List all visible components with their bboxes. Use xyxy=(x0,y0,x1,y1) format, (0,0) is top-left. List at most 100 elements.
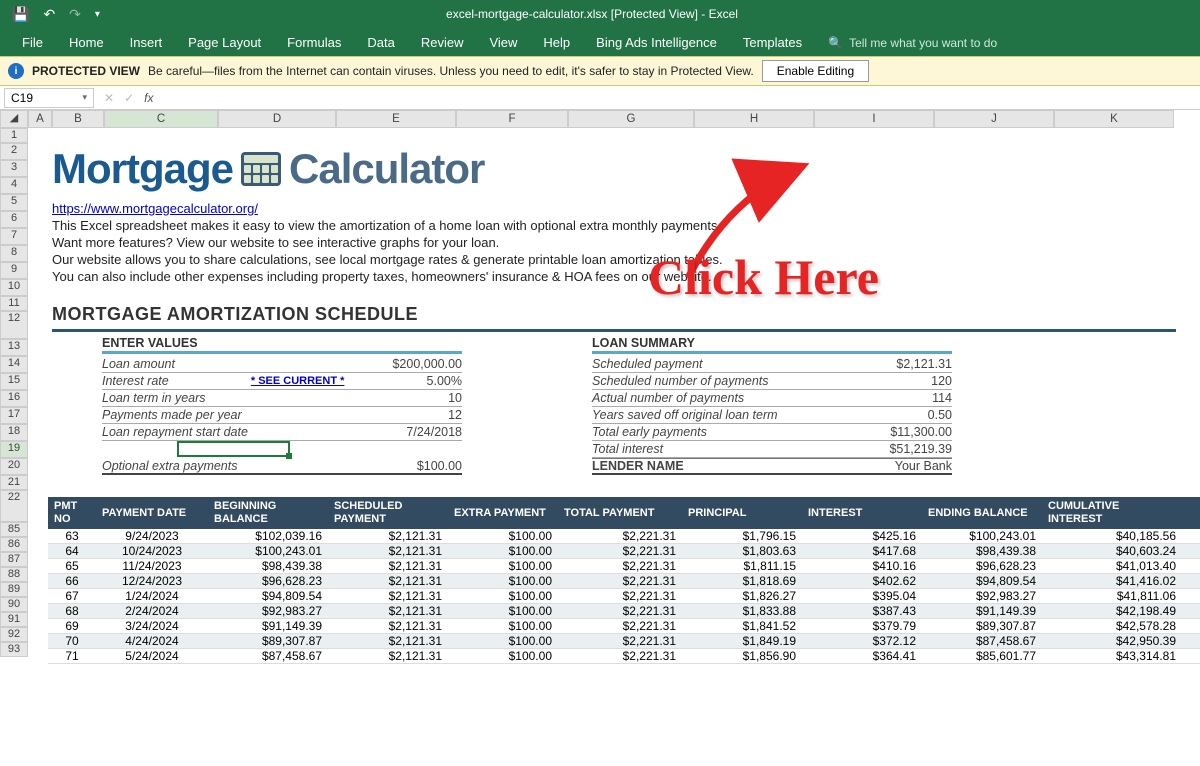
amort-cell[interactable]: 1/24/2024 xyxy=(96,589,208,603)
amort-cell[interactable]: 69 xyxy=(48,619,96,633)
amort-row[interactable]: 6612/24/2023$96,628.23$2,121.31$100.00$2… xyxy=(48,574,1200,589)
amort-cell[interactable]: $395.04 xyxy=(802,589,922,603)
row-header-85[interactable]: 85 xyxy=(0,522,28,537)
select-all-cell[interactable]: ◢ xyxy=(0,110,28,128)
active-cell[interactable] xyxy=(177,441,290,457)
col-header-D[interactable]: D xyxy=(218,110,336,128)
amort-cell[interactable]: $100.00 xyxy=(448,529,558,543)
ribbon-tab-insert[interactable]: Insert xyxy=(118,29,175,56)
row-header-20[interactable]: 20 xyxy=(0,458,28,475)
save-icon[interactable]: 💾 xyxy=(8,4,33,25)
amort-cell[interactable]: $98,439.38 xyxy=(208,559,328,573)
row-header-4[interactable]: 4 xyxy=(0,177,28,194)
amort-cell[interactable]: $91,149.39 xyxy=(922,604,1042,618)
amort-cell[interactable]: $1,796.15 xyxy=(682,529,802,543)
amort-cell[interactable]: $1,803.63 xyxy=(682,544,802,558)
amort-cell[interactable]: $1,856.90 xyxy=(682,649,802,663)
amort-cell[interactable]: $387.43 xyxy=(802,604,922,618)
amort-cell[interactable]: $100.00 xyxy=(448,634,558,648)
amort-cell[interactable]: $1,849.19 xyxy=(682,634,802,648)
amort-cell[interactable]: $91,149.39 xyxy=(208,619,328,633)
row-header-92[interactable]: 92 xyxy=(0,627,28,642)
amort-cell[interactable]: $100,243.01 xyxy=(922,529,1042,543)
ribbon-tab-templates[interactable]: Templates xyxy=(731,29,814,56)
col-header-F[interactable]: F xyxy=(456,110,568,128)
amort-cell[interactable]: $2,221.31 xyxy=(558,574,682,588)
amort-cell[interactable]: $2,121.31 xyxy=(328,649,448,663)
amort-cell[interactable]: $2,221.31 xyxy=(558,649,682,663)
amort-cell[interactable]: 71 xyxy=(48,649,96,663)
row-header-11[interactable]: 11 xyxy=(0,296,28,311)
amort-cell[interactable]: 70 xyxy=(48,634,96,648)
row-header-87[interactable]: 87 xyxy=(0,552,28,567)
ribbon-tab-formulas[interactable]: Formulas xyxy=(275,29,353,56)
amort-cell[interactable]: $2,121.31 xyxy=(328,559,448,573)
worksheet-area[interactable]: Mortgage Calculator https://www.mortgage… xyxy=(28,128,1200,664)
col-header-E[interactable]: E xyxy=(336,110,456,128)
amort-cell[interactable]: $2,221.31 xyxy=(558,529,682,543)
amort-cell[interactable]: $425.16 xyxy=(802,529,922,543)
ribbon-tab-view[interactable]: View xyxy=(477,29,529,56)
row-header-19[interactable]: 19 xyxy=(0,441,28,458)
row-header-18[interactable]: 18 xyxy=(0,424,28,441)
row-header-14[interactable]: 14 xyxy=(0,356,28,373)
amort-cell[interactable]: $41,416.02 xyxy=(1042,574,1182,588)
amort-cell[interactable]: $96,628.23 xyxy=(922,559,1042,573)
amort-cell[interactable]: 2/24/2024 xyxy=(96,604,208,618)
amort-row[interactable]: 682/24/2024$92,983.27$2,121.31$100.00$2,… xyxy=(48,604,1200,619)
amort-cell[interactable]: 5/24/2024 xyxy=(96,649,208,663)
ribbon-tab-help[interactable]: Help xyxy=(531,29,582,56)
amort-cell[interactable]: $41,013.40 xyxy=(1042,559,1182,573)
row-header-88[interactable]: 88 xyxy=(0,567,28,582)
amort-cell[interactable]: $1,826.27 xyxy=(682,589,802,603)
row-header-89[interactable]: 89 xyxy=(0,582,28,597)
undo-icon[interactable]: ↶ xyxy=(39,4,59,25)
amort-cell[interactable]: $364.41 xyxy=(802,649,922,663)
amort-cell[interactable]: $87,458.67 xyxy=(208,649,328,663)
amort-cell[interactable]: 66 xyxy=(48,574,96,588)
amort-cell[interactable]: $2,121.31 xyxy=(328,604,448,618)
amort-cell[interactable]: 9/24/2023 xyxy=(96,529,208,543)
cancel-icon[interactable]: ✕ xyxy=(104,91,114,105)
fx-icon[interactable]: fx xyxy=(144,91,153,105)
ribbon-tab-home[interactable]: Home xyxy=(57,29,116,56)
amort-cell[interactable]: $1,841.52 xyxy=(682,619,802,633)
amort-cell[interactable]: $102,039.16 xyxy=(208,529,328,543)
amort-cell[interactable]: $2,221.31 xyxy=(558,589,682,603)
col-header-C[interactable]: C xyxy=(104,110,218,128)
amort-cell[interactable]: $42,950.39 xyxy=(1042,634,1182,648)
amort-cell[interactable]: $43,314.81 xyxy=(1042,649,1182,663)
row-header-86[interactable]: 86 xyxy=(0,537,28,552)
amort-cell[interactable]: $1,818.69 xyxy=(682,574,802,588)
amort-cell[interactable]: $100,243.01 xyxy=(208,544,328,558)
amort-row[interactable]: 639/24/2023$102,039.16$2,121.31$100.00$2… xyxy=(48,529,1200,544)
amort-cell[interactable]: $372.12 xyxy=(802,634,922,648)
amort-cell[interactable]: $100.00 xyxy=(448,574,558,588)
col-header-B[interactable]: B xyxy=(52,110,104,128)
fill-handle[interactable] xyxy=(286,453,292,459)
amort-row[interactable]: 693/24/2024$91,149.39$2,121.31$100.00$2,… xyxy=(48,619,1200,634)
amort-cell[interactable]: $100.00 xyxy=(448,559,558,573)
ribbon-tab-review[interactable]: Review xyxy=(409,29,476,56)
amort-cell[interactable]: $100.00 xyxy=(448,604,558,618)
amort-cell[interactable]: $2,221.31 xyxy=(558,634,682,648)
amort-cell[interactable]: $2,121.31 xyxy=(328,574,448,588)
row-header-22[interactable]: 22 xyxy=(0,490,28,522)
row-header-10[interactable]: 10 xyxy=(0,279,28,296)
formula-input[interactable] xyxy=(163,88,1200,108)
amort-cell[interactable]: $94,809.54 xyxy=(922,574,1042,588)
amort-cell[interactable]: $40,603.24 xyxy=(1042,544,1182,558)
col-header-A[interactable]: A xyxy=(28,110,52,128)
amort-cell[interactable]: 68 xyxy=(48,604,96,618)
col-header-G[interactable]: G xyxy=(568,110,694,128)
amort-cell[interactable]: 12/24/2023 xyxy=(96,574,208,588)
row-header-90[interactable]: 90 xyxy=(0,597,28,612)
amort-cell[interactable]: $1,833.88 xyxy=(682,604,802,618)
row-header-13[interactable]: 13 xyxy=(0,339,28,356)
amort-cell[interactable]: $100.00 xyxy=(448,649,558,663)
enter-icon[interactable]: ✓ xyxy=(124,91,134,105)
amort-row[interactable]: 671/24/2024$94,809.54$2,121.31$100.00$2,… xyxy=(48,589,1200,604)
amort-row[interactable]: 704/24/2024$89,307.87$2,121.31$100.00$2,… xyxy=(48,634,1200,649)
qat-dropdown-icon[interactable]: ▾ xyxy=(91,7,104,22)
row-header-91[interactable]: 91 xyxy=(0,612,28,627)
